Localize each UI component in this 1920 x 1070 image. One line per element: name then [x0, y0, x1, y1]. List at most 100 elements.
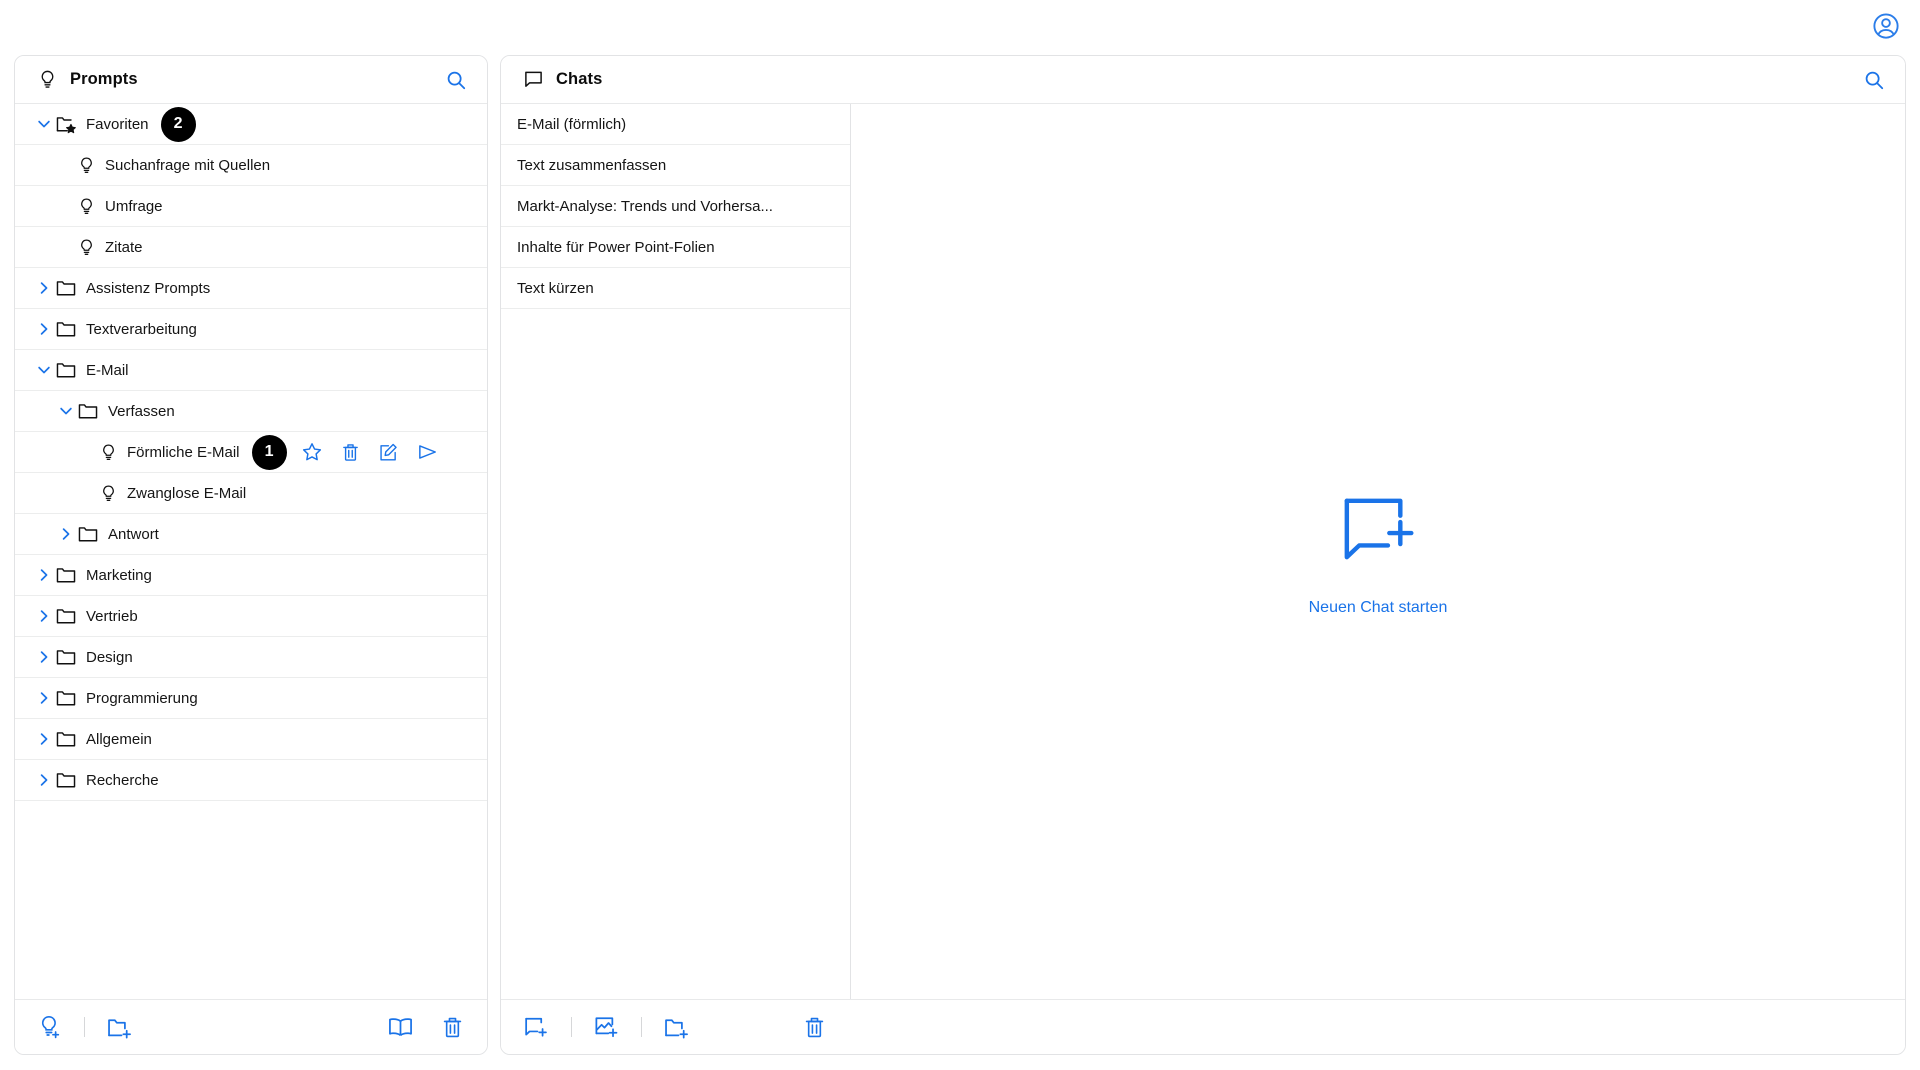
folder-icon [55, 277, 77, 299]
lightbulb-icon [37, 69, 58, 90]
image-plus-icon[interactable] [593, 1014, 620, 1041]
trash-icon[interactable] [802, 1015, 827, 1040]
chat-list: E-Mail (förmlich) Text zusammenfassen Mark… [501, 104, 851, 999]
folder-icon [55, 769, 77, 791]
tree-row-label: Vertrieb [86, 607, 138, 625]
chat-list-item[interactable]: Markt-Analyse: Trends und Vorhersa... [501, 186, 850, 227]
chevron-right-icon[interactable] [33, 279, 55, 297]
tree-row[interactable]: Programmierung [15, 678, 487, 719]
tree-row[interactable]: E-Mail [15, 350, 487, 391]
tree-row-label: Favoriten [86, 115, 149, 133]
lightbulb-icon [99, 443, 118, 462]
trash-icon[interactable] [340, 442, 361, 463]
tree-row-label: Zitate [105, 238, 143, 256]
chevron-right-icon[interactable] [33, 607, 55, 625]
prompts-panel-header: Prompts [15, 56, 487, 104]
folder-icon [55, 605, 77, 627]
edit-icon[interactable] [378, 442, 399, 463]
tree-row[interactable]: Textverarbeitung [15, 309, 487, 350]
app-root: Prompts Favoriten 2 Suchanfrage mit Quell… [0, 0, 1920, 1070]
tree-row-label: Umfrage [105, 197, 163, 215]
chevron-right-icon[interactable] [33, 730, 55, 748]
chevron-right-icon[interactable] [55, 525, 77, 543]
tree-row-actions [301, 441, 438, 463]
folder-plus-icon[interactable] [663, 1014, 690, 1041]
tree-row[interactable]: Recherche [15, 760, 487, 801]
toolbar-separator [571, 1017, 572, 1037]
tree-row-label: Suchanfrage mit Quellen [105, 156, 271, 174]
chat-list-item[interactable]: Text kürzen [501, 268, 850, 309]
chats-panel: Chats E-Mail (förmlich) Text zusammenfass… [500, 55, 1906, 1055]
tree-row-label: Verfassen [108, 402, 175, 420]
chats-panel-title: Chats [556, 70, 603, 88]
step-badge: 1 [251, 434, 287, 470]
chevron-right-icon[interactable] [33, 689, 55, 707]
tree-row-label: Assistenz Prompts [86, 279, 211, 297]
prompts-panel-title: Prompts [70, 70, 138, 88]
folder-icon [77, 523, 99, 545]
folder-plus-icon[interactable] [106, 1014, 133, 1041]
lightbulb-icon [99, 484, 118, 503]
new-chat-empty-state[interactable]: Neuen Chat starten [851, 104, 1905, 999]
chats-panel-header: Chats [501, 56, 1905, 104]
folder-icon [55, 564, 77, 586]
folder-icon [55, 728, 77, 750]
chevron-right-icon[interactable] [33, 320, 55, 338]
tree-row-label: Textverarbeitung [86, 320, 197, 338]
lightbulb-icon [77, 156, 96, 175]
lightbulb-plus-icon[interactable] [37, 1014, 63, 1040]
tree-row[interactable]: Design [15, 637, 487, 678]
folder-icon [55, 687, 77, 709]
prompts-panel: Prompts Favoriten 2 Suchanfrage mit Quell… [14, 55, 488, 1055]
trash-icon[interactable] [440, 1015, 465, 1040]
chevron-right-icon[interactable] [33, 771, 55, 789]
tree-row[interactable]: Förmliche E-Mail 1 [15, 432, 487, 473]
toolbar-separator [84, 1017, 85, 1037]
tree-row-label: Recherche [86, 771, 159, 789]
tree-row-label: Antwort [108, 525, 159, 543]
tree-row-label: Zwanglose E-Mail [127, 484, 247, 502]
tree-row-label: Programmierung [86, 689, 198, 707]
tree-row[interactable]: Vertrieb [15, 596, 487, 637]
tree-row[interactable]: Umfrage [15, 186, 487, 227]
chat-list-item[interactable]: E-Mail (förmlich) [501, 104, 850, 145]
tree-row-label: Förmliche E-Mail [127, 443, 240, 461]
tree-row[interactable]: Marketing [15, 555, 487, 596]
chat-bubble-icon [523, 69, 544, 90]
chat-list-item[interactable]: Inhalte für Power Point-Folien [501, 227, 850, 268]
folder-icon [77, 400, 99, 422]
chat-bubble-plus-icon[interactable] [523, 1014, 550, 1041]
folder-icon [55, 318, 77, 340]
chevron-right-icon[interactable] [33, 566, 55, 584]
chevron-down-icon[interactable] [33, 361, 55, 379]
chats-body: E-Mail (förmlich) Text zusammenfassen Mark… [501, 104, 1905, 999]
search-icon[interactable] [441, 65, 471, 95]
send-icon[interactable] [416, 441, 438, 463]
prompts-panel-footer [15, 999, 487, 1054]
folder-icon [55, 646, 77, 668]
chevron-down-icon[interactable] [55, 402, 77, 420]
top-bar [0, 0, 1920, 55]
tree-row[interactable]: Verfassen [15, 391, 487, 432]
tree-row[interactable]: Zwanglose E-Mail [15, 473, 487, 514]
tree-row[interactable]: Favoriten 2 [15, 104, 487, 145]
chat-bubble-plus-icon [1332, 487, 1424, 577]
star-icon[interactable] [301, 441, 323, 463]
tree-row[interactable]: Suchanfrage mit Quellen [15, 145, 487, 186]
step-badge: 2 [160, 106, 196, 142]
tree-row[interactable]: Assistenz Prompts [15, 268, 487, 309]
tree-row[interactable]: Antwort [15, 514, 487, 555]
tree-row-label: Marketing [86, 566, 152, 584]
chevron-right-icon[interactable] [33, 648, 55, 666]
search-icon[interactable] [1859, 65, 1889, 95]
tree-row[interactable]: Zitate [15, 227, 487, 268]
chat-list-item[interactable]: Text zusammenfassen [501, 145, 850, 186]
book-icon[interactable] [387, 1014, 414, 1041]
new-chat-label: Neuen Chat starten [1308, 598, 1448, 616]
lightbulb-icon [77, 197, 96, 216]
chevron-down-icon[interactable] [33, 115, 55, 133]
tree-row-label: Allgemein [86, 730, 152, 748]
folder-star-icon [55, 113, 77, 135]
account-circle-icon[interactable] [1866, 6, 1906, 46]
tree-row[interactable]: Allgemein [15, 719, 487, 760]
